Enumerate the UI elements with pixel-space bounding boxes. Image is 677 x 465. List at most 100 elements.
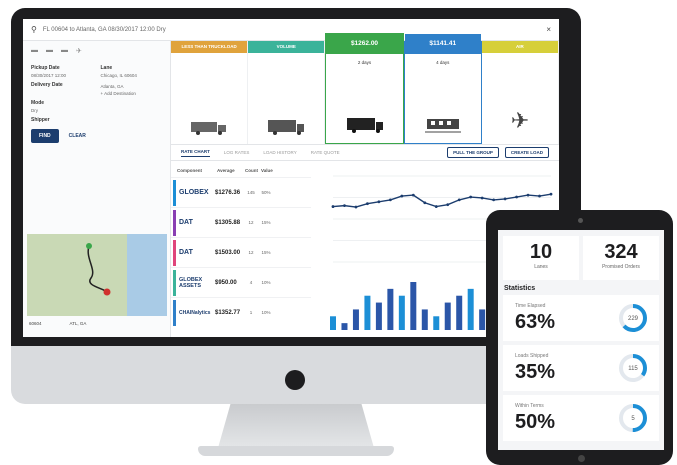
progress-ring: 229 bbox=[619, 304, 647, 332]
ltl-card-header: LESS THAN TRUCKLOAD bbox=[171, 41, 248, 53]
data-point bbox=[354, 205, 358, 209]
ring-label: 229 bbox=[628, 316, 639, 322]
pickup-field[interactable]: 08/30/2017 12:00 bbox=[31, 73, 93, 78]
progress-ring: 115 bbox=[619, 354, 647, 382]
clear-button[interactable]: CLEAR bbox=[63, 129, 92, 143]
table-row[interactable]: GLOBEX $1276.36 145 50% bbox=[171, 177, 311, 207]
volume-bar bbox=[467, 288, 474, 330]
shipper-label: Shipper bbox=[31, 117, 50, 123]
data-point bbox=[492, 198, 496, 202]
ring-label: 115 bbox=[628, 366, 638, 372]
mode-card-row: LESS THAN TRUCKLOAD VOLUME $1262.00 2 da… bbox=[171, 33, 559, 145]
table-row[interactable]: GLOBEX ASSETS $950.00 4 10% bbox=[171, 267, 311, 297]
table-row[interactable]: DAT $1305.88 12 15% bbox=[171, 207, 311, 237]
data-point bbox=[457, 198, 461, 202]
volume-card-header: VOLUME bbox=[248, 41, 325, 53]
lanes-label: Lanes bbox=[534, 264, 548, 270]
data-point bbox=[549, 192, 553, 196]
row-price: $1352.77 bbox=[215, 309, 241, 316]
delivery-label: Delivery Date bbox=[31, 82, 63, 88]
truckload-days: 2 days bbox=[357, 60, 372, 65]
table-row[interactable]: DAT $1503.00 12 15% bbox=[171, 237, 311, 267]
search-icon: ⚲ bbox=[31, 25, 37, 34]
data-point bbox=[503, 197, 507, 201]
table-row[interactable]: CHAINalytics $1352.77 1 10% bbox=[171, 297, 311, 327]
air-card-header: AIR bbox=[481, 41, 559, 53]
search-form-panel: ▬ ▬ ▬ ✈ Pickup Date 08/30/2017 12:00 Lan… bbox=[23, 41, 171, 337]
search-text[interactable]: FL 00604 to Atlanta, GA 08/30/2017 12:00… bbox=[43, 27, 546, 33]
create-load-button[interactable]: CREATE LOAD bbox=[504, 147, 549, 158]
train-icon[interactable]: ▬ bbox=[61, 47, 68, 55]
truck-icon[interactable]: ▬ bbox=[46, 47, 53, 55]
product-mockup: ⚲ FL 00604 to Atlanta, GA 08/30/2017 12:… bbox=[0, 0, 677, 465]
data-point bbox=[343, 204, 346, 208]
data-point bbox=[446, 203, 450, 207]
row-value: 15% bbox=[261, 250, 271, 255]
stat-card: Within Terms 50% 5 bbox=[503, 395, 659, 441]
volume-card[interactable]: VOLUME bbox=[248, 41, 326, 144]
route-map[interactable] bbox=[27, 234, 167, 316]
row-value: 15% bbox=[261, 220, 271, 225]
row-value: 10% bbox=[261, 280, 271, 285]
volume-bar bbox=[410, 282, 417, 330]
row-color-bar bbox=[173, 239, 176, 266]
close-icon[interactable]: × bbox=[546, 25, 551, 34]
data-point bbox=[526, 193, 530, 197]
pull-group-button[interactable]: PULL THE GROUP bbox=[447, 147, 499, 158]
data-point bbox=[388, 198, 392, 202]
volume-bar bbox=[330, 316, 336, 330]
map-ocean bbox=[127, 234, 167, 316]
volume-bar bbox=[364, 295, 371, 330]
mode-label: Mode bbox=[31, 100, 45, 106]
col-component: Component bbox=[177, 168, 202, 173]
plane-icon[interactable]: ✈ bbox=[76, 47, 82, 55]
stat-label: Loads Shipped bbox=[515, 353, 549, 359]
data-point bbox=[434, 205, 438, 208]
volume-bar bbox=[479, 309, 486, 330]
truck-icon[interactable]: ▬ bbox=[31, 47, 38, 55]
data-point bbox=[480, 196, 484, 200]
tab-rate-quote[interactable]: RATE QUOTE bbox=[311, 150, 340, 155]
orders-label: Promised Orders bbox=[602, 264, 640, 270]
intermodal-card[interactable]: $1141.41 4 days bbox=[403, 34, 482, 144]
volume-truck-icon bbox=[268, 120, 305, 135]
data-point bbox=[538, 194, 541, 198]
tab-log-rates[interactable]: LOG RATES bbox=[224, 150, 249, 155]
ltl-card[interactable]: LESS THAN TRUCKLOAD bbox=[171, 41, 249, 144]
lane-destination-field[interactable]: Atlanta, GA bbox=[101, 84, 163, 89]
provider-logo: DAT bbox=[179, 219, 193, 226]
truckload-truck-icon bbox=[346, 118, 383, 133]
lane-origin-field[interactable]: Chicago, IL 60604 bbox=[101, 73, 163, 78]
row-color-bar bbox=[173, 209, 176, 236]
data-point bbox=[423, 201, 427, 205]
col-count: Count bbox=[245, 168, 258, 173]
volume-bar bbox=[456, 295, 463, 330]
stat-card: Loads Shipped 35% 115 bbox=[503, 345, 659, 391]
mode-select[interactable]: Dry bbox=[31, 108, 162, 113]
tab-load-history[interactable]: LOAD HISTORY bbox=[263, 150, 296, 155]
map-from-label: 60604 bbox=[29, 321, 42, 326]
tab-rate-chart[interactable]: RATE CHART bbox=[181, 149, 210, 157]
row-color-bar bbox=[173, 179, 176, 206]
tab-bar: RATE CHART LOG RATES LOAD HISTORY RATE Q… bbox=[171, 145, 559, 161]
ltl-truck-icon bbox=[191, 122, 227, 135]
truckload-card[interactable]: $1262.00 2 days bbox=[325, 33, 404, 144]
add-destination-link[interactable]: + Add Destination bbox=[101, 91, 163, 96]
data-point bbox=[377, 200, 381, 204]
lanes-value: 10 bbox=[529, 241, 553, 263]
row-price: $1503.00 bbox=[215, 249, 241, 256]
air-card[interactable]: AIR ✈ bbox=[481, 41, 559, 144]
provider-logo: GLOBEX ASSETS bbox=[179, 276, 203, 289]
train-icon bbox=[424, 119, 461, 133]
find-button[interactable]: FIND bbox=[31, 129, 59, 143]
intermodal-price: $1141.41 bbox=[404, 34, 481, 54]
row-price: $1276.36 bbox=[215, 189, 241, 196]
tablet-home-button[interactable] bbox=[578, 455, 585, 462]
col-average: Average bbox=[217, 168, 235, 173]
data-point bbox=[331, 205, 335, 208]
ring-label: 5 bbox=[631, 416, 635, 422]
monitor-logo bbox=[285, 370, 305, 390]
truckload-price: $1262.00 bbox=[326, 34, 403, 54]
provider-logo: DAT bbox=[179, 249, 193, 256]
col-value: Value bbox=[261, 168, 273, 173]
